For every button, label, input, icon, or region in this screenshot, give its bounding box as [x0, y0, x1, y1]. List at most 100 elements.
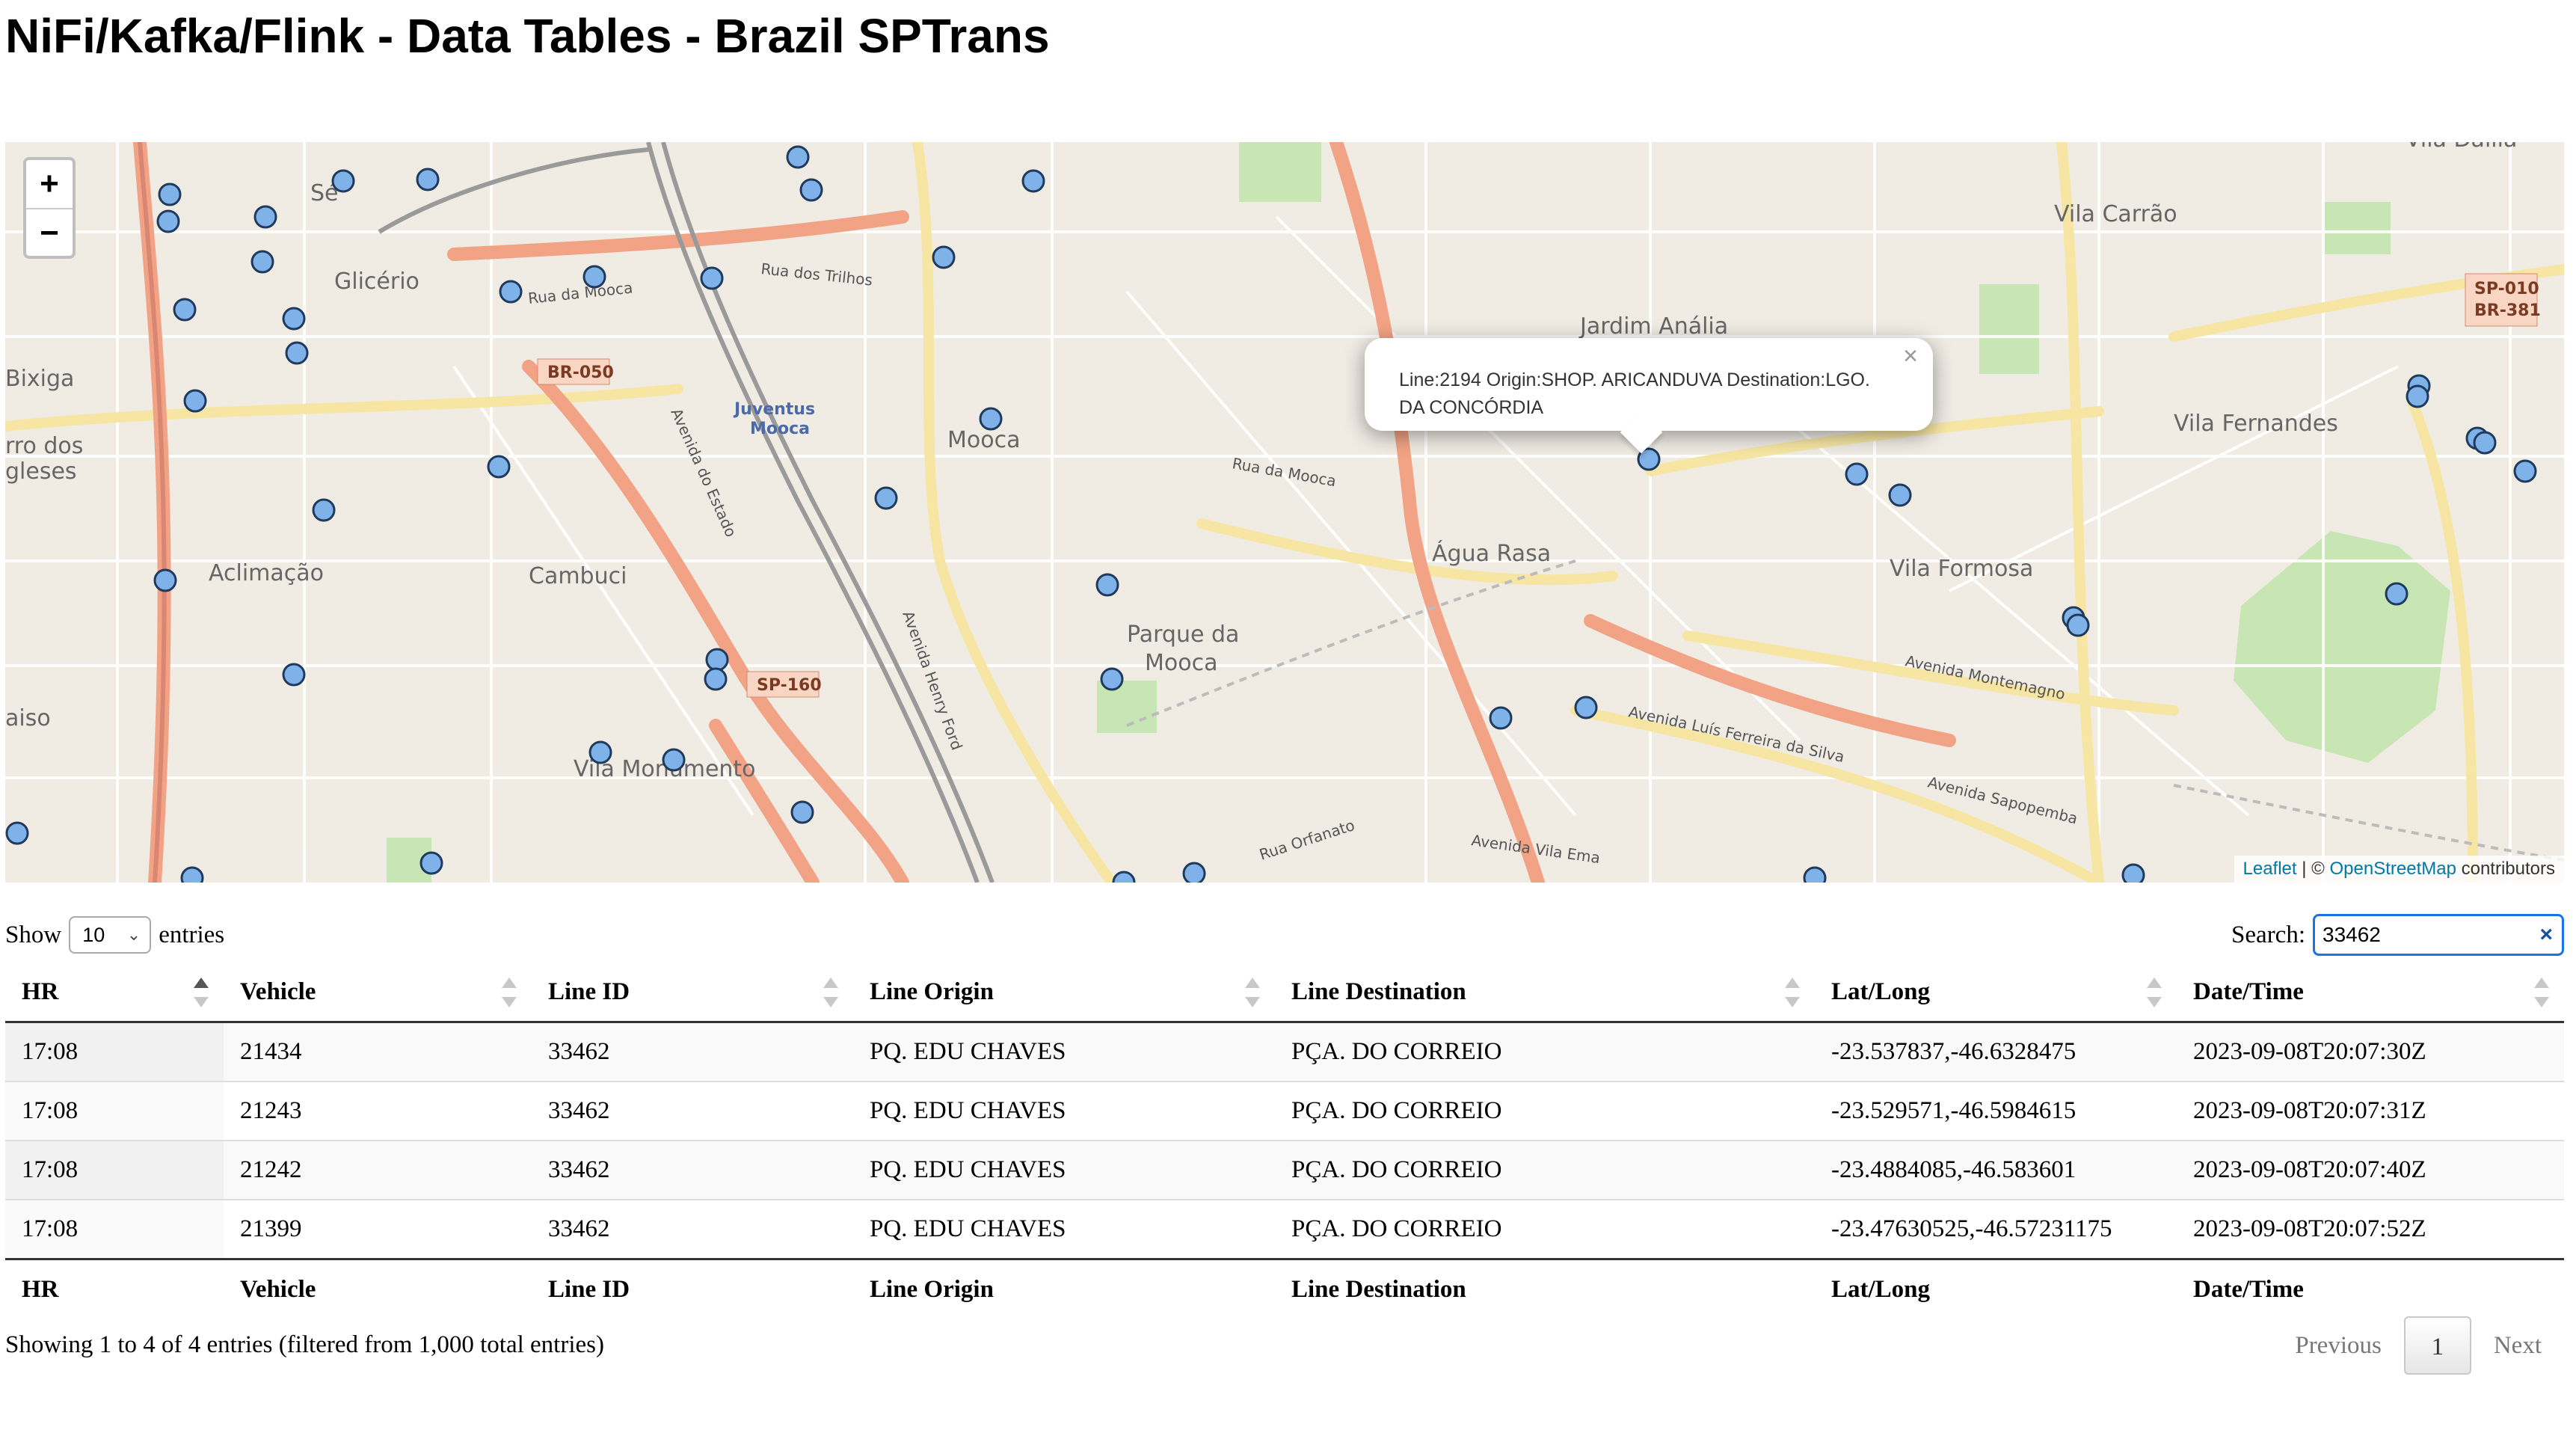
map-tiles[interactable]: BR-050 SP-160 SP-010 BR-381 Sé Glicério … — [5, 142, 2564, 883]
bus-marker[interactable] — [285, 341, 309, 365]
bus-marker[interactable] — [2473, 431, 2497, 455]
footer-header-lat-long: Lat/Long — [1815, 1258, 2177, 1319]
bus-marker[interactable] — [416, 168, 440, 191]
cell-hr: 17:08 — [5, 1199, 224, 1259]
clear-search-icon[interactable]: × — [2539, 916, 2553, 954]
br050-label: BR-050 — [547, 363, 614, 382]
bus-marker[interactable] — [932, 245, 956, 269]
map[interactable]: BR-050 SP-160 SP-010 BR-381 Sé Glicério … — [5, 142, 2564, 883]
search-input[interactable]: 33462 × — [2313, 914, 2564, 956]
bus-marker[interactable] — [1021, 169, 1045, 193]
bus-marker[interactable] — [1182, 862, 1206, 883]
bus-marker[interactable] — [588, 740, 612, 764]
map-label-rro-dos: rro dos — [5, 433, 83, 459]
bus-marker[interactable] — [183, 389, 207, 413]
bus-marker[interactable] — [786, 145, 810, 169]
bus-marker[interactable] — [700, 266, 724, 290]
bus-marker[interactable] — [156, 209, 180, 233]
bus-marker[interactable] — [705, 648, 729, 672]
cell-hr: 17:08 — [5, 1022, 224, 1081]
bus-marker[interactable] — [282, 663, 306, 687]
map-label-vila-formosa: Vila Formosa — [1890, 556, 2033, 582]
bus-marker[interactable] — [499, 280, 523, 304]
column-header-vehicle[interactable]: Vehicle — [224, 963, 532, 1023]
table-row[interactable]: 17:08 21242 33462 PQ. EDU CHAVES PÇA. DO… — [5, 1140, 2564, 1200]
popup-close-button[interactable]: × — [1903, 343, 1918, 370]
map-label-vila-carrao: Vila Carrão — [2054, 201, 2177, 227]
bus-marker[interactable] — [487, 455, 511, 479]
bus-marker[interactable] — [158, 182, 182, 206]
cell-line-destination: PÇA. DO CORREIO — [1275, 1081, 1815, 1141]
bus-marker[interactable] — [874, 486, 898, 510]
sort-icon — [502, 978, 517, 1007]
bus-marker[interactable] — [153, 568, 177, 592]
table-row[interactable]: 17:08 21434 33462 PQ. EDU CHAVES PÇA. DO… — [5, 1022, 2564, 1081]
zoom-in-button[interactable]: + — [26, 160, 73, 208]
attribution-suffix: contributors — [2456, 859, 2555, 879]
bus-marker[interactable] — [1574, 696, 1598, 719]
page-title: NiFi/Kafka/Flink - Data Tables - Brazil … — [5, 9, 1050, 63]
map-label-gleses: gleses — [5, 458, 77, 485]
bus-marker[interactable] — [1845, 462, 1869, 486]
cell-line-origin: PQ. EDU CHAVES — [853, 1081, 1275, 1141]
bus-marker[interactable] — [312, 498, 336, 522]
bus-marker[interactable] — [704, 667, 728, 691]
cell-vehicle: 21243 — [224, 1081, 532, 1141]
bus-marker[interactable] — [1803, 866, 1827, 883]
map-label-bixiga: Bixiga — [5, 366, 74, 392]
bus-marker[interactable] — [5, 821, 29, 845]
bus-marker[interactable] — [2385, 582, 2409, 606]
bus-marker[interactable] — [1112, 871, 1136, 883]
bus-marker[interactable] — [331, 169, 355, 193]
cell-date-time: 2023-09-08T20:07:31Z — [2177, 1081, 2564, 1141]
column-header-date-time[interactable]: Date/Time — [2177, 963, 2564, 1023]
next-page-button[interactable]: Next — [2471, 1316, 2564, 1375]
map-label-vila-dalila: Vila Dalila — [2406, 142, 2517, 153]
table-row[interactable]: 17:08 21243 33462 PQ. EDU CHAVES PÇA. DO… — [5, 1081, 2564, 1141]
bus-marker[interactable] — [2066, 613, 2090, 637]
bus-marker[interactable] — [1489, 706, 1513, 730]
page-1-button[interactable]: 1 — [2403, 1316, 2471, 1375]
sp010-label: SP-010 — [2474, 280, 2539, 298]
map-attribution: Leaflet | © OpenStreetMap contributors — [2234, 856, 2564, 883]
column-header-lat-long[interactable]: Lat/Long — [1815, 963, 2177, 1023]
bus-marker[interactable] — [1888, 483, 1912, 507]
zoom-out-button[interactable]: − — [26, 208, 73, 256]
bus-marker[interactable] — [662, 748, 686, 772]
bus-marker[interactable] — [2513, 459, 2537, 483]
column-header-line-origin[interactable]: Line Origin — [853, 963, 1275, 1023]
bus-marker[interactable] — [419, 851, 443, 875]
bus-marker[interactable] — [1095, 573, 1119, 597]
bus-marker[interactable] — [1100, 667, 1124, 691]
cell-line-id: 33462 — [532, 1022, 853, 1081]
cell-vehicle: 21399 — [224, 1199, 532, 1259]
bus-marker[interactable] — [2121, 863, 2145, 883]
entries-select[interactable]: 10 ⌄ — [69, 916, 152, 954]
bus-marker[interactable] — [282, 307, 306, 331]
bus-marker[interactable] — [799, 178, 823, 202]
sort-icon — [2534, 978, 2549, 1007]
bus-marker[interactable] — [250, 250, 274, 274]
column-header-line-id[interactable]: Line ID — [532, 963, 853, 1023]
bus-marker[interactable] — [979, 407, 1003, 431]
leaflet-link[interactable]: Leaflet — [2243, 859, 2297, 879]
map-label-aclimacao: Aclimação — [209, 560, 324, 586]
bus-marker[interactable] — [173, 298, 197, 322]
bus-marker[interactable] — [582, 265, 606, 289]
table-row[interactable]: 17:08 21399 33462 PQ. EDU CHAVES PÇA. DO… — [5, 1199, 2564, 1259]
cell-line-origin: PQ. EDU CHAVES — [853, 1022, 1275, 1081]
bus-marker[interactable] — [253, 205, 277, 229]
column-header-hr[interactable]: HR — [5, 963, 224, 1023]
cell-line-origin: PQ. EDU CHAVES — [853, 1140, 1275, 1200]
map-label-jardim-analia: Jardim Anália — [1579, 313, 1728, 340]
sp160-label: SP-160 — [757, 676, 822, 695]
osm-link[interactable]: OpenStreetMap — [2330, 859, 2456, 879]
bus-marker[interactable] — [2406, 384, 2429, 408]
br381-label: BR-381 — [2474, 301, 2541, 320]
previous-page-button[interactable]: Previous — [2272, 1316, 2404, 1375]
cell-lat-long: -23.47630525,-46.57231175 — [1815, 1199, 2177, 1259]
bus-marker[interactable] — [790, 800, 814, 824]
column-header-line-destination[interactable]: Line Destination — [1275, 963, 1815, 1023]
entries-select-value: 10 — [82, 924, 105, 946]
bus-marker[interactable] — [180, 866, 204, 883]
